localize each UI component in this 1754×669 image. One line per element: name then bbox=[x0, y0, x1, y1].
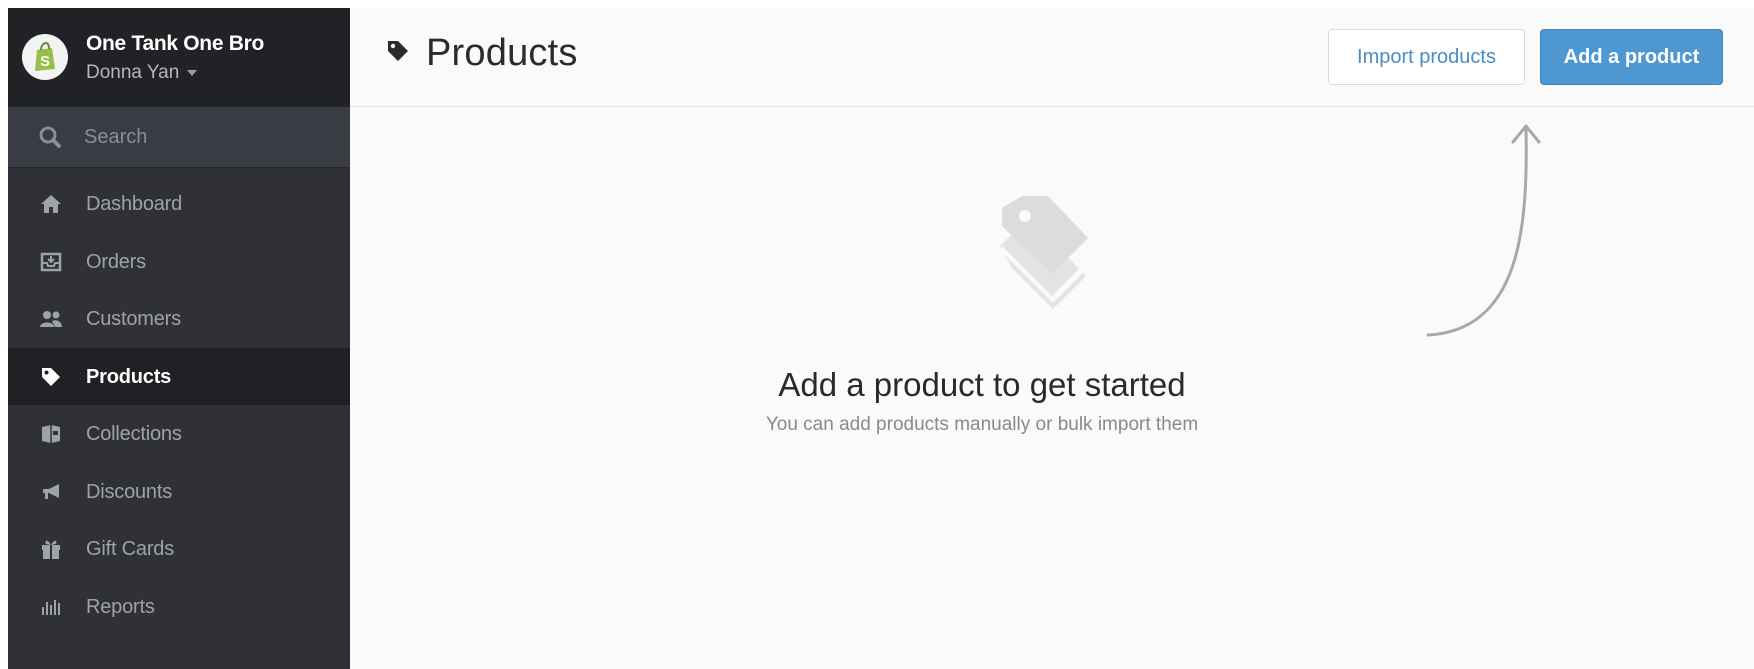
tag-icon bbox=[38, 365, 64, 389]
users-icon bbox=[38, 307, 64, 331]
sidebar-item-label: Products bbox=[86, 365, 172, 388]
main-content: Products Import products Add a product A… bbox=[350, 8, 1754, 669]
shopify-logo-icon: S bbox=[22, 34, 68, 80]
store-switcher[interactable]: S One Tank One Bro Donna Yan bbox=[8, 8, 350, 106]
store-user[interactable]: Donna Yan bbox=[86, 62, 198, 84]
sidebar-item-gift-cards[interactable]: Gift Cards bbox=[8, 520, 350, 578]
chevron-down-icon bbox=[187, 69, 198, 76]
sidebar-search[interactable]: Search bbox=[8, 106, 350, 168]
user-name: Donna Yan bbox=[86, 62, 180, 83]
box-icon bbox=[38, 422, 64, 446]
sidebar-item-label: Orders bbox=[86, 250, 146, 273]
store-name: One Tank One Bro bbox=[86, 32, 265, 55]
sidebar-item-label: Dashboard bbox=[86, 193, 183, 215]
search-label: Search bbox=[84, 126, 148, 148]
sidebar-item-discounts[interactable]: Discounts bbox=[8, 463, 350, 521]
bar-chart-icon bbox=[38, 595, 64, 619]
sidebar-item-label: Customers bbox=[86, 308, 181, 330]
home-icon bbox=[38, 192, 64, 216]
curved-arrow-icon bbox=[1426, 124, 1541, 337]
sidebar-item-label: Gift Cards bbox=[86, 538, 175, 560]
empty-state-heading: Add a product to get started bbox=[778, 366, 1186, 403]
svg-text:S: S bbox=[40, 53, 50, 70]
sidebar-item-orders[interactable]: Orders bbox=[8, 233, 350, 291]
inbox-icon bbox=[38, 250, 64, 274]
sidebar-item-label: Collections bbox=[86, 423, 182, 445]
sidebar-item-reports[interactable]: Reports bbox=[8, 578, 350, 636]
sidebar-item-label: Discounts bbox=[86, 480, 173, 503]
sidebar: S One Tank One Bro Donna Yan Search Dash… bbox=[8, 8, 350, 669]
product-tags-icon bbox=[990, 188, 1100, 323]
sidebar-nav: Dashboard Orders Customers Products Coll… bbox=[8, 175, 350, 635]
empty-state-subtext: You can add products manually or bulk im… bbox=[765, 414, 1199, 435]
search-icon bbox=[38, 125, 62, 154]
sidebar-item-customers[interactable]: Customers bbox=[8, 290, 350, 348]
gift-icon bbox=[38, 537, 64, 561]
megaphone-icon bbox=[38, 480, 64, 504]
sidebar-item-label: Reports bbox=[86, 595, 155, 618]
sidebar-item-dashboard[interactable]: Dashboard bbox=[8, 175, 350, 233]
